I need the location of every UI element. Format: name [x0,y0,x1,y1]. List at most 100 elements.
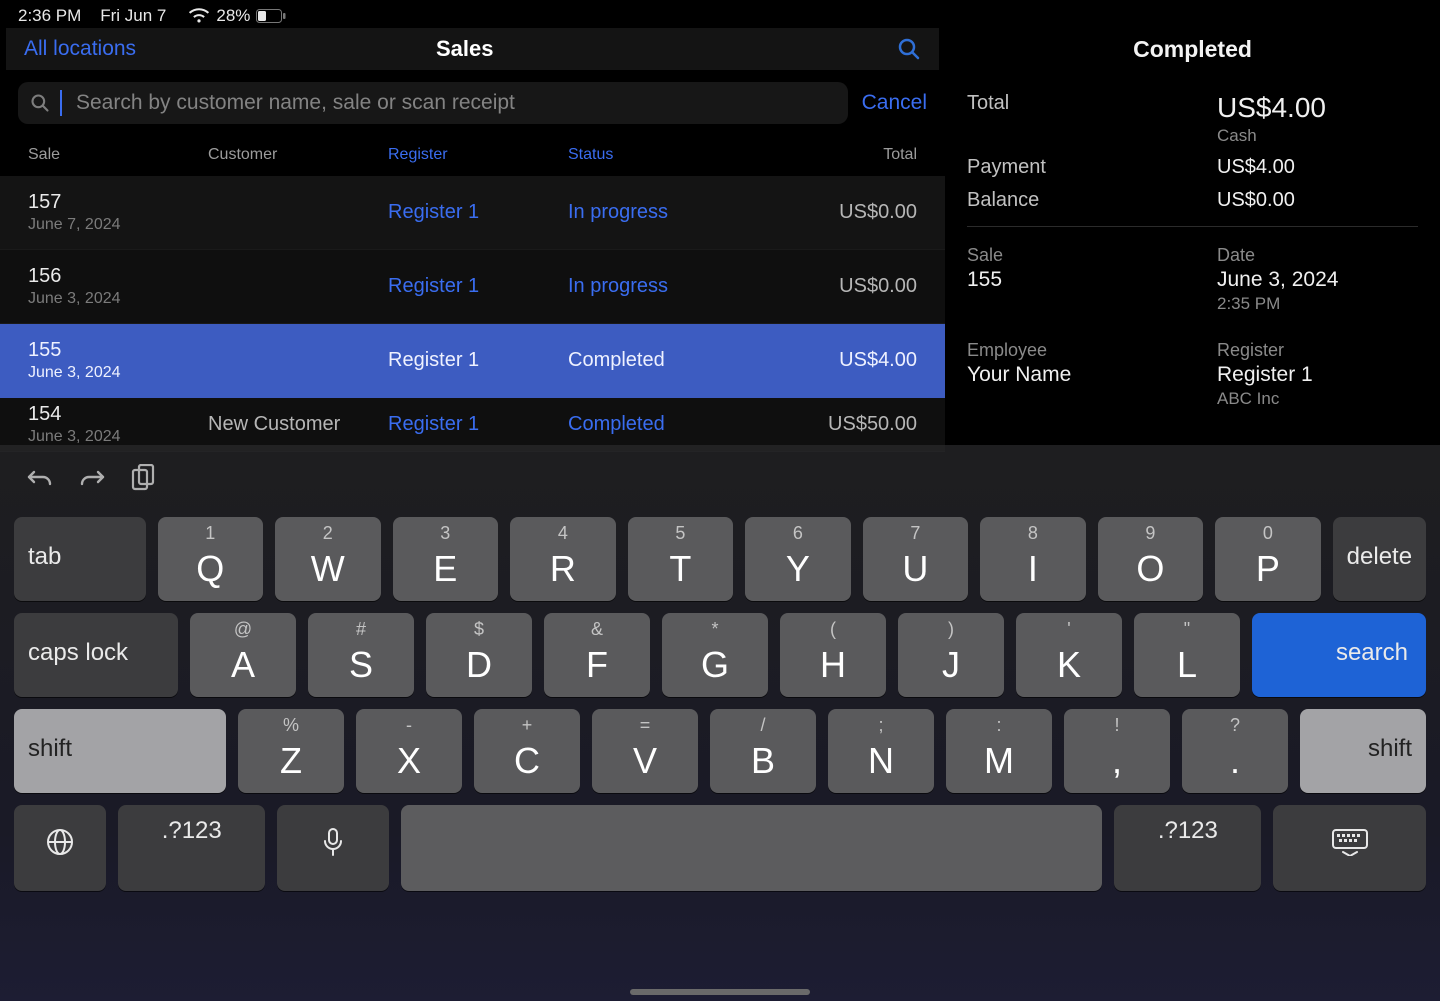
total-label: Total [967,92,1217,146]
key-b[interactable]: /B [710,709,816,793]
key-z[interactable]: %Z [238,709,344,793]
col-customer: Customer [208,146,388,164]
row-sale-date: June 3, 2024 [28,428,208,446]
col-register[interactable]: Register [388,146,568,164]
key-x[interactable]: -X [356,709,462,793]
col-sale: Sale [28,146,208,164]
row-status: Completed [568,349,768,372]
space-key[interactable] [401,805,1102,891]
page-title: Sales [174,36,891,62]
numbers-key-right[interactable]: .?123 [1114,805,1261,891]
payment-label: Payment [967,156,1217,179]
key-j[interactable]: )J [898,613,1004,697]
row-sale-id: 157 [28,191,208,214]
total-sub: Cash [1217,126,1326,146]
register-value: Register 1 [1217,363,1418,387]
search-box[interactable] [18,82,848,124]
key-r[interactable]: 4R [510,517,616,601]
key-n[interactable]: ;N [828,709,934,793]
row-register: Register 1 [388,413,568,436]
numbers-key-left[interactable]: .?123 [118,805,265,891]
table-row[interactable]: 156June 3, 2024Register 1In progressUS$0… [0,250,945,324]
table-row[interactable]: 157June 7, 2024Register 1In progressUS$0… [0,176,945,250]
employee-value: Your Name [967,363,1217,387]
clipboard-icon[interactable] [130,464,156,497]
key-d[interactable]: $D [426,613,532,697]
key-t[interactable]: 5T [628,517,734,601]
total-value: US$4.00 [1217,92,1326,124]
key-c[interactable]: +C [474,709,580,793]
key-s[interactable]: #S [308,613,414,697]
key-u[interactable]: 7U [863,517,969,601]
text-caret [60,90,62,116]
undo-icon[interactable] [26,466,54,495]
row-total: US$0.00 [768,275,917,298]
col-total: Total [768,146,917,164]
home-indicator[interactable] [630,989,810,995]
status-date: Fri Jun 7 [100,6,166,25]
cancel-button[interactable]: Cancel [862,91,927,115]
key-m[interactable]: :M [946,709,1052,793]
row-status: In progress [568,201,768,224]
tab-key[interactable]: tab [14,517,146,601]
key-q[interactable]: 1Q [158,517,264,601]
search-key[interactable]: search [1252,613,1426,697]
col-status[interactable]: Status [568,146,768,164]
search-input[interactable] [76,91,836,115]
table-header: Sale Customer Register Status Total [0,134,945,176]
date-value: June 3, 2024 [1217,268,1418,292]
key-i[interactable]: 8I [980,517,1086,601]
shift-key-right[interactable]: shift [1300,709,1426,793]
table-row[interactable]: 154 June 3, 2024New CustomerRegister 1Com… [0,398,945,452]
hide-keyboard-key[interactable] [1273,805,1426,891]
key-y[interactable]: 6Y [745,517,851,601]
detail-title: Completed [967,28,1418,70]
row-sale-id: 154 [28,403,208,426]
delete-key[interactable]: delete [1333,517,1426,601]
globe-key[interactable] [14,805,106,891]
status-bar: 2:36 PM Fri Jun 7 28% [0,0,1440,28]
date-sub: 2:35 PM [1217,294,1418,314]
key-a[interactable]: @A [190,613,296,697]
row-customer: New Customer [208,413,388,436]
locations-link[interactable]: All locations [24,37,174,61]
separator [967,226,1418,227]
key-f[interactable]: &F [544,613,650,697]
balance-value: US$0.00 [1217,189,1418,212]
key-w[interactable]: 2W [275,517,381,601]
shift-key-left[interactable]: shift [14,709,226,793]
row-sale-id: 155 [28,339,208,362]
key-,[interactable]: !, [1064,709,1170,793]
mic-key[interactable] [277,805,389,891]
row-register: Register 1 [388,349,568,372]
caps-lock-key[interactable]: caps lock [14,613,178,697]
table-row[interactable]: 155 June 3, 2024 Register 1CompletedUS$4.0… [0,324,945,398]
row-sale-date: June 3, 2024 [28,364,208,382]
key-v[interactable]: =V [592,709,698,793]
register-sub: ABC Inc [1217,389,1418,409]
status-time: 2:36 PM [18,6,81,25]
register-label: Register [1217,340,1418,361]
key-k[interactable]: 'K [1016,613,1122,697]
balance-label: Balance [967,189,1217,212]
key-p[interactable]: 0P [1215,517,1321,601]
search-icon[interactable] [891,37,921,61]
sale-value: 155 [967,268,1217,292]
redo-icon[interactable] [78,466,106,495]
row-total: US$4.00 [768,349,917,372]
row-status: Completed [568,413,768,436]
key-h[interactable]: (H [780,613,886,697]
key-g[interactable]: *G [662,613,768,697]
key-l[interactable]: "L [1134,613,1240,697]
sales-table: 157June 7, 2024Register 1In progressUS$0… [0,176,945,452]
row-sale-date: June 3, 2024 [28,290,208,308]
key-o[interactable]: 9O [1098,517,1204,601]
row-status: In progress [568,275,768,298]
sale-label: Sale [967,245,1217,266]
row-total: US$0.00 [768,201,917,224]
status-battery-pct: 28% [216,6,250,26]
row-total: US$50.00 [768,413,917,436]
key-.[interactable]: ?. [1182,709,1288,793]
keyboard[interactable]: tab1Q2W3E4R5T6Y7U8I9O0Pdelete caps lock@… [0,445,1440,1001]
key-e[interactable]: 3E [393,517,499,601]
